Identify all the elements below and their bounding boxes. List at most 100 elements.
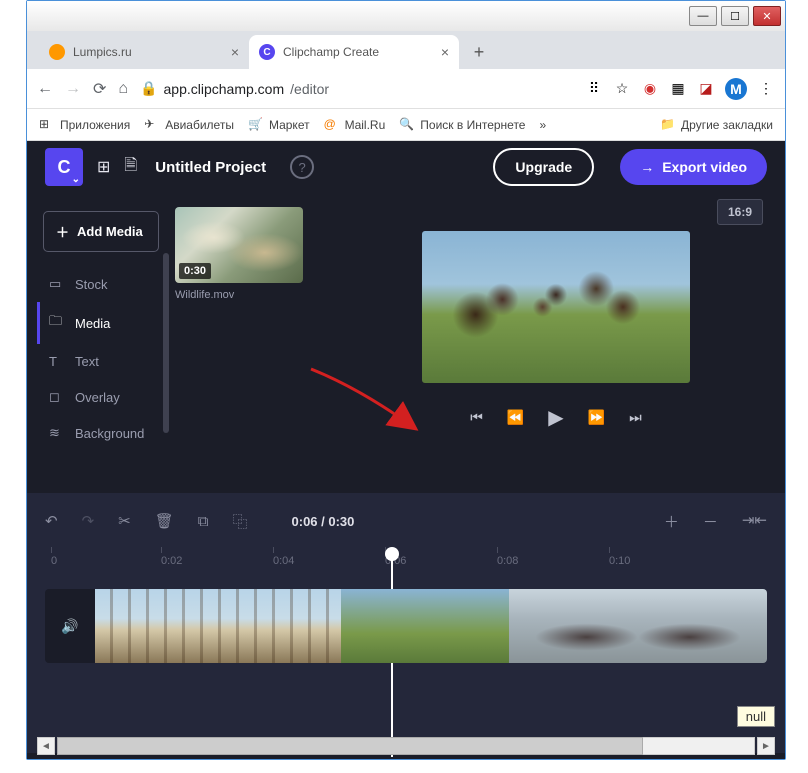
sidebar: ＋Add Media ▭Stock 🗀Media TText ◻Overlay … (27, 193, 167, 493)
zoom-in-button[interactable]: ＋ (664, 511, 679, 532)
project-title[interactable]: Untitled Project (155, 159, 266, 176)
video-icon[interactable]: ⊞ (97, 157, 110, 177)
url-field[interactable]: 🔒 app.clipchamp.com/editor (140, 80, 573, 97)
redo-button[interactable]: ↷ (82, 512, 95, 530)
tab-title: Lumpics.ru (73, 45, 132, 59)
playback-controls: ⏮ ⏪ ▶ ⏩ ⏭ (470, 405, 641, 430)
zoom-out-button[interactable]: － (703, 511, 718, 532)
ruler-tick: 0:02 (161, 555, 182, 567)
playback-time: 0:06 / 0:30 (292, 514, 355, 529)
sidebar-item-overlay[interactable]: ◻Overlay (37, 379, 167, 415)
tab-strip: Lumpics.ru × C Clipchamp Create × + (27, 31, 785, 69)
other-bookmarks[interactable]: 📁Другие закладки (660, 117, 773, 133)
clip-name: Wildlife.mov (175, 289, 319, 301)
arrow-right-icon: → (640, 159, 654, 175)
close-icon[interactable]: × (231, 44, 239, 60)
favicon-icon (49, 44, 65, 60)
maximize-button[interactable]: ☐ (721, 6, 749, 26)
translate-icon[interactable]: ⠿ (585, 80, 603, 98)
tab-title: Clipchamp Create (283, 45, 379, 59)
export-button[interactable]: →Export video (620, 149, 767, 185)
horizontal-scrollbar[interactable]: ◄ ► (57, 737, 755, 755)
flights-bookmark[interactable]: ✈Авиабилеты (144, 117, 234, 133)
sidebar-item-background[interactable]: ≋Background (37, 415, 167, 451)
forward-button[interactable]: → (65, 80, 81, 98)
skip-start-button[interactable]: ⏮ (470, 409, 483, 426)
mail-bookmark[interactable]: @Mail.Ru (324, 117, 386, 133)
copy-button[interactable]: ⧉ (198, 513, 209, 530)
home-button[interactable]: ⌂ (118, 80, 128, 98)
text-icon: T (49, 354, 65, 369)
skip-end-button[interactable]: ⏭ (629, 409, 642, 426)
scroll-thumb[interactable] (57, 737, 643, 755)
ruler-tick: 0:04 (273, 555, 294, 567)
audio-toggle[interactable]: 🔊 (45, 589, 95, 663)
timeline-tools: ↶ ↷ ✂ 🗑 ⧉ ⿻ 0:06 / 0:30 ＋ － ⇥⇤ (45, 503, 767, 539)
upgrade-button[interactable]: Upgrade (493, 148, 594, 186)
search-bookmark[interactable]: 🔍Поиск в Интернете (399, 117, 525, 133)
favicon-icon: C (259, 44, 275, 60)
timeline-clip[interactable] (95, 589, 341, 663)
main-area: ＋Add Media ▭Stock 🗀Media TText ◻Overlay … (27, 193, 785, 493)
delete-button[interactable]: 🗑 (155, 512, 174, 530)
apps-bookmark[interactable]: ⊞Приложения (39, 117, 130, 133)
help-button[interactable]: ? (290, 155, 314, 179)
pdf-icon[interactable]: ◪ (697, 80, 715, 98)
url-host: app.clipchamp.com (164, 81, 285, 97)
sidebar-item-media[interactable]: 🗀Media (37, 302, 167, 344)
overlay-icon: ◻ (49, 389, 65, 405)
tab-clipchamp[interactable]: C Clipchamp Create × (249, 35, 459, 69)
adblock-icon[interactable]: ◉ (641, 80, 659, 98)
cart-icon: 🛒 (248, 117, 264, 133)
undo-button[interactable]: ↶ (45, 512, 58, 530)
cut-button[interactable]: ✂ (118, 512, 131, 530)
preview-panel: 16:9 ⏮ ⏪ ▶ ⏩ ⏭ (327, 193, 785, 493)
add-media-button[interactable]: ＋Add Media (43, 211, 159, 252)
play-button[interactable]: ▶ (548, 405, 563, 430)
media-thumbnail[interactable]: 0:30 (175, 207, 303, 283)
sidebar-item-text[interactable]: TText (37, 344, 167, 379)
new-tab-button[interactable]: + (465, 38, 493, 66)
rewind-button[interactable]: ⏪ (507, 409, 524, 426)
timeline-clip[interactable] (341, 589, 509, 663)
ruler-tick: 0 (51, 555, 57, 567)
scroll-left-button[interactable]: ◄ (37, 737, 55, 755)
video-preview[interactable] (422, 231, 690, 383)
app-content: C ⊞ 🗎 Untitled Project ? Upgrade →Export… (27, 141, 785, 759)
minimize-button[interactable]: — (689, 6, 717, 26)
profile-avatar[interactable]: M (725, 78, 747, 100)
sidebar-scrollbar[interactable] (163, 253, 169, 433)
aspect-ratio-selector[interactable]: 16:9 (717, 199, 763, 225)
mail-icon: @ (324, 117, 340, 133)
close-icon[interactable]: × (441, 44, 449, 60)
clip-duration: 0:30 (179, 263, 211, 279)
app-toolbar: C ⊞ 🗎 Untitled Project ? Upgrade →Export… (27, 141, 785, 193)
window-close-button[interactable]: ✕ (753, 6, 781, 26)
scroll-right-button[interactable]: ► (757, 737, 775, 755)
lock-icon: 🔒 (140, 80, 157, 97)
menu-icon[interactable]: ⋮ (757, 80, 775, 98)
timeline-track[interactable]: 🔊 (45, 589, 767, 663)
sidebar-item-stock[interactable]: ▭Stock (37, 266, 167, 302)
bookmarks-overflow[interactable]: » (539, 118, 546, 132)
apps-icon: ⊞ (39, 117, 55, 133)
reload-button[interactable]: ⟳ (93, 79, 106, 99)
forward-button[interactable]: ⏩ (588, 409, 605, 426)
back-button[interactable]: ← (37, 80, 53, 98)
market-bookmark[interactable]: 🛒Маркет (248, 117, 310, 133)
star-icon[interactable]: ☆ (613, 80, 631, 98)
ruler-tick: 0:10 (609, 555, 630, 567)
extension-icons: ⠿ ☆ ◉ ▦ ◪ M ⋮ (585, 78, 775, 100)
ext-icon[interactable]: ▦ (669, 80, 687, 98)
document-icon[interactable]: 🗎 (124, 154, 137, 181)
plus-icon: ＋ (56, 222, 69, 241)
tab-lumpics[interactable]: Lumpics.ru × (39, 35, 249, 69)
timeline-clip[interactable] (509, 589, 767, 663)
plane-icon: ✈ (144, 117, 160, 133)
app-logo[interactable]: C (45, 148, 83, 186)
window-titlebar: — ☐ ✕ (27, 1, 785, 31)
bookmarks-bar: ⊞Приложения ✈Авиабилеты 🛒Маркет @Mail.Ru… (27, 109, 785, 141)
fit-button[interactable]: ⇥⇤ (742, 511, 767, 532)
timeline-ruler[interactable]: 0 0:02 0:04 0:06 0:08 0:10 (45, 543, 767, 583)
paste-button[interactable]: ⿻ (233, 511, 248, 532)
